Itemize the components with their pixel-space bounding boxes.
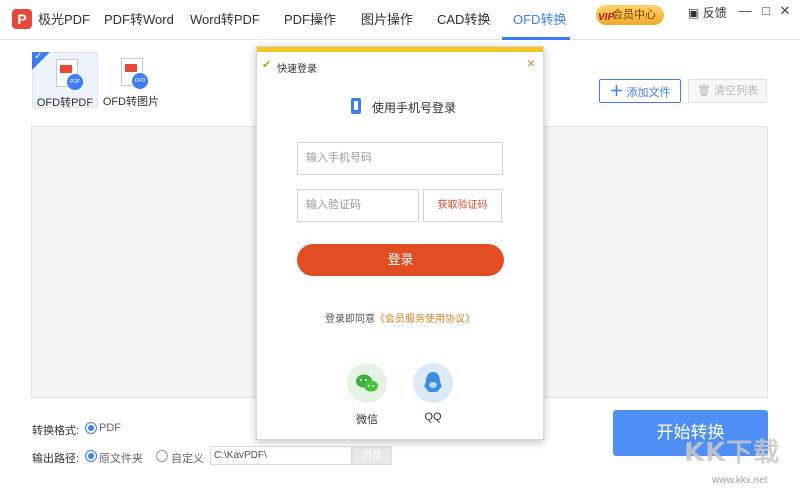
vip-center-button[interactable]: VIP 会员中心 xyxy=(596,5,664,25)
login-method-title: 使用手机号登录 xyxy=(372,101,457,115)
wechat-label: 微信 xyxy=(356,414,378,426)
output-custom-text: 自定义 xyxy=(171,453,204,465)
check-icon: ✓ xyxy=(34,51,43,62)
format-pdf-radio[interactable] xyxy=(85,422,97,434)
watermark-main: KK下载 xyxy=(684,438,781,468)
close-window-button[interactable]: ✕ xyxy=(777,3,793,19)
app-logo-icon: P xyxy=(12,9,32,29)
format-pdf-text: PDF xyxy=(99,422,121,434)
close-icon[interactable]: × xyxy=(527,56,535,70)
login-button[interactable]: 登录 xyxy=(297,244,504,276)
bird-logo-icon: ✔ xyxy=(262,59,272,71)
nav-jiguang-pdf[interactable]: 极光PDF xyxy=(38,0,90,40)
agreement-prefix: 登录即同意 xyxy=(325,314,375,325)
trash-icon: 🗑 xyxy=(696,85,711,97)
maximize-button[interactable]: □ xyxy=(758,3,774,18)
qq-label: QQ xyxy=(424,411,442,423)
phone-icon xyxy=(351,98,361,114)
pdf-file-icon: PDF xyxy=(56,59,83,90)
agreement-link[interactable]: 《会员服务使用协议》 xyxy=(375,314,475,325)
feedback-label: 反馈 xyxy=(702,6,727,20)
nav-word-to-pdf[interactable]: Word转PDF xyxy=(190,0,260,40)
output-custom-radio[interactable] xyxy=(156,450,168,462)
nav-active-indicator xyxy=(502,37,570,40)
top-nav-bar: P 极光PDF PDF转Word Word转PDF PDF操作 图片操作 CAD… xyxy=(0,0,800,40)
feedback-icon: ▣ xyxy=(688,6,700,20)
clear-list-button[interactable]: 🗑 清空列表 xyxy=(688,79,767,103)
wechat-login-button[interactable] xyxy=(347,363,387,403)
tab-ofd-to-pdf[interactable]: ✓ PDF OFD转PDF xyxy=(32,51,98,109)
qq-login-button[interactable] xyxy=(413,363,453,403)
ofd-badge-icon: OFD xyxy=(132,73,148,89)
watermark-url: www.kkx.net xyxy=(712,475,768,486)
vip-center-label: 会员中心 xyxy=(612,9,656,21)
minimize-button[interactable]: — xyxy=(737,3,753,18)
format-label: 转换格式: xyxy=(32,425,80,437)
plus-icon: ＋ xyxy=(609,83,624,99)
dialog-top-bar xyxy=(257,47,543,52)
output-original-text: 原文件夹 xyxy=(99,453,143,465)
nav-pdf-operations[interactable]: PDF操作 xyxy=(284,0,336,40)
tab-ofd-to-image[interactable]: OFD OFD转图片 xyxy=(98,52,164,108)
clear-list-label: 清空列表 xyxy=(714,85,759,97)
tab-ofd-to-pdf-label: OFD转PDF xyxy=(36,97,94,109)
image-file-icon: OFD xyxy=(121,58,148,89)
feedback-button[interactable]: ▣ 反馈 xyxy=(688,4,727,21)
nav-pdf-to-word[interactable]: PDF转Word xyxy=(104,0,174,40)
output-label: 输出路径: xyxy=(32,453,80,465)
browse-button[interactable]: 浏览 xyxy=(352,446,392,465)
output-original-radio[interactable] xyxy=(85,450,97,462)
tab-ofd-to-image-label: OFD转图片 xyxy=(102,96,160,108)
phone-number-input[interactable]: 输入手机号码 xyxy=(297,142,503,175)
add-file-button[interactable]: ＋ 添加文件 xyxy=(599,79,681,103)
nav-ofd-convert[interactable]: OFD转换 xyxy=(513,0,566,40)
wechat-icon xyxy=(356,374,378,392)
output-path-input[interactable]: C:\KavPDF\ xyxy=(210,446,352,465)
login-dialog: ✔ 快速登录 × 使用手机号登录 输入手机号码 输入验证码 获取验证码 登录 登… xyxy=(256,46,544,440)
add-file-label: 添加文件 xyxy=(626,87,671,99)
agreement-text: 登录即同意《会员服务使用协议》 xyxy=(257,310,543,325)
vip-icon: VIP xyxy=(598,12,615,23)
qq-icon xyxy=(424,372,442,392)
dialog-title: 快速登录 xyxy=(277,64,317,75)
nav-image-operations[interactable]: 图片操作 xyxy=(361,0,413,40)
get-code-button[interactable]: 获取验证码 xyxy=(423,189,502,222)
verification-code-input[interactable]: 输入验证码 xyxy=(297,189,419,222)
watermark-logo: KK下载 www.kkx.net xyxy=(684,432,796,488)
ofd-badge-icon: PDF xyxy=(67,74,83,90)
nav-cad-convert[interactable]: CAD转换 xyxy=(437,0,490,40)
